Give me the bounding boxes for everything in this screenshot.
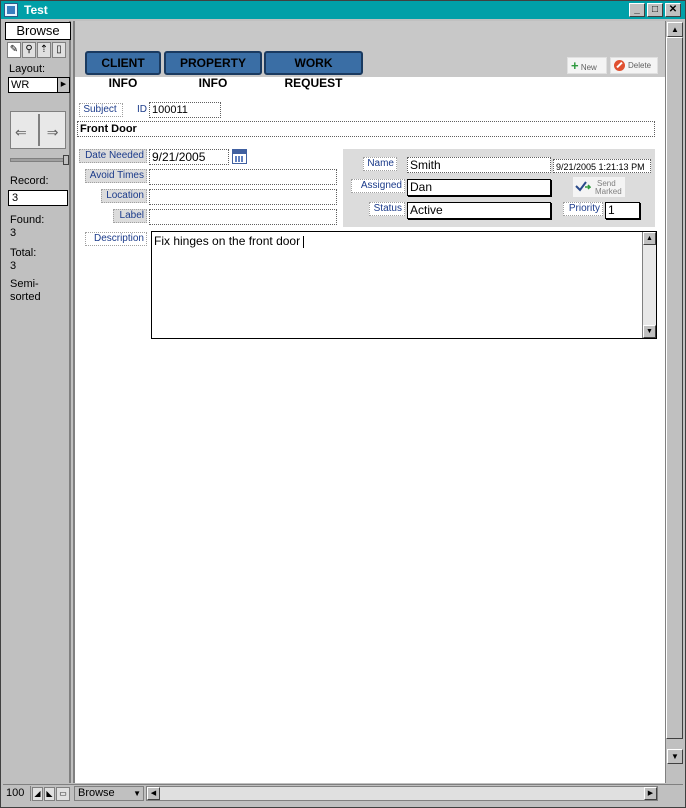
layout-label: Layout:: [9, 63, 46, 75]
date-needed-label: Date Needed: [79, 149, 147, 163]
layout-mode-icon[interactable]: ⇡: [37, 42, 51, 58]
subject-field[interactable]: Front Door: [77, 121, 655, 137]
find-mode-icon[interactable]: ⚲: [22, 42, 36, 58]
bottom-bar: 100 ◢ ◣ ▭ Browse ▼ ◀ ▶: [3, 784, 683, 802]
total-value: 3: [10, 260, 17, 272]
layout-value: WR: [11, 79, 30, 91]
record-slider[interactable]: [10, 155, 69, 165]
main-scroll-up-icon[interactable]: ▲: [667, 22, 683, 37]
tab-client-info[interactable]: CLIENT INFO: [85, 51, 161, 90]
tab-property-info[interactable]: PROPERTY INFO: [164, 51, 262, 90]
browse-mode-icon[interactable]: ✎: [7, 42, 21, 58]
found-value: 3: [10, 227, 17, 239]
zoom-level[interactable]: 100: [3, 786, 31, 801]
preview-mode-icon[interactable]: ▯: [52, 42, 66, 58]
layout-dropdown-icon[interactable]: ▶: [57, 78, 69, 92]
maximize-button[interactable]: □: [647, 3, 663, 17]
minimize-button[interactable]: _: [629, 3, 645, 17]
avoid-times-field[interactable]: [149, 169, 337, 185]
label-field[interactable]: [149, 209, 337, 225]
send-marked-icon: [575, 181, 591, 192]
assigned-field[interactable]: Dan: [407, 179, 551, 196]
main-scroll-down-icon[interactable]: ▼: [667, 749, 683, 764]
main-vertical-scrollbar[interactable]: ▲ ▼: [665, 21, 683, 783]
mode-dropdown-icon[interactable]: ▼: [133, 787, 141, 800]
calendar-icon[interactable]: [232, 149, 247, 164]
mode-popup[interactable]: Browse ▼: [74, 786, 144, 801]
new-label: New: [580, 63, 597, 72]
send-marked-button[interactable]: Send Marked: [573, 177, 625, 197]
description-text: Fix hinges on the front door: [154, 234, 301, 248]
label-label: Label: [113, 209, 147, 223]
mode-indicator: Browse: [5, 22, 71, 40]
assigned-label: Assigned: [351, 179, 405, 193]
marked-label: Marked: [595, 187, 622, 196]
subject-label: Subject: [79, 103, 123, 117]
id-label: ID: [137, 104, 147, 115]
app-icon: [4, 3, 18, 17]
horizontal-scrollbar[interactable]: ◀ ▶: [146, 786, 658, 801]
avoid-times-label: Avoid Times: [85, 169, 147, 183]
zoom-in-icon[interactable]: ◣: [44, 786, 55, 801]
tab-work-request[interactable]: WORK REQUEST: [264, 51, 363, 90]
total-label: Total:: [10, 247, 37, 259]
location-field[interactable]: [149, 189, 337, 205]
scroll-left-icon[interactable]: ◀: [147, 787, 160, 800]
status-area: Browse ✎ ⚲ ⇡ ▯ Layout: WR ▶ ⇐⇒ Record: 3…: [3, 21, 71, 783]
scroll-down-icon[interactable]: ▼: [643, 325, 656, 338]
app-window: Test _ □ ✕ Browse ✎ ⚲ ⇡ ▯ Layout: WR ▶ ⇐…: [0, 0, 686, 808]
status-field[interactable]: Active: [407, 202, 551, 219]
priority-field[interactable]: 1: [605, 202, 640, 219]
slider-thumb[interactable]: [63, 155, 69, 165]
sort-status: Semi-sorted: [10, 278, 41, 303]
text-cursor: [303, 235, 305, 248]
record-book-icon[interactable]: ⇐⇒: [10, 111, 66, 149]
record-input[interactable]: 3: [8, 190, 68, 206]
location-label: Location: [101, 189, 147, 203]
book-arrows-icon: ⇐⇒: [15, 124, 79, 140]
priority-label: Priority: [563, 202, 603, 216]
close-button[interactable]: ✕: [665, 3, 681, 17]
name-field[interactable]: Smith: [407, 157, 551, 173]
plus-icon: +: [571, 58, 579, 73]
mode-icons: ✎ ⚲ ⇡ ▯: [7, 42, 66, 58]
scroll-right-icon[interactable]: ▶: [644, 787, 657, 800]
zoom-out-icon[interactable]: ◢: [32, 786, 43, 801]
layout-content: CLIENT INFO PROPERTY INFO WORK REQUEST +…: [73, 21, 667, 783]
status-label: Status: [369, 202, 405, 216]
delete-icon: [614, 60, 625, 72]
scroll-up-icon[interactable]: ▲: [643, 232, 656, 245]
record-label: Record:: [10, 175, 49, 187]
new-button[interactable]: + New: [567, 57, 607, 74]
timestamp-field: 9/21/2005 1:21:13 PM: [553, 159, 651, 173]
description-label: Description: [85, 232, 147, 246]
id-field[interactable]: 100011: [149, 102, 221, 118]
main-scroll-thumb[interactable]: [666, 37, 683, 739]
window-controls: _ □ ✕: [629, 3, 681, 17]
found-label: Found:: [10, 214, 45, 226]
description-field[interactable]: Fix hinges on the front door ▲ ▼: [151, 231, 657, 339]
status-area-toggle-icon[interactable]: ▭: [56, 786, 70, 801]
description-scrollbar[interactable]: ▲ ▼: [642, 232, 656, 338]
title-bar[interactable]: Test _ □ ✕: [1, 1, 685, 19]
header-band: CLIENT INFO PROPERTY INFO WORK REQUEST +…: [75, 21, 667, 90]
delete-button[interactable]: Delete: [610, 57, 658, 74]
delete-label: Delete: [628, 61, 652, 70]
mode-popup-value: Browse: [78, 787, 115, 799]
date-needed-field[interactable]: 9/21/2005: [149, 149, 229, 165]
layout-select[interactable]: WR ▶: [8, 77, 70, 93]
window-title: Test: [24, 3, 48, 17]
name-label: Name: [363, 157, 397, 171]
